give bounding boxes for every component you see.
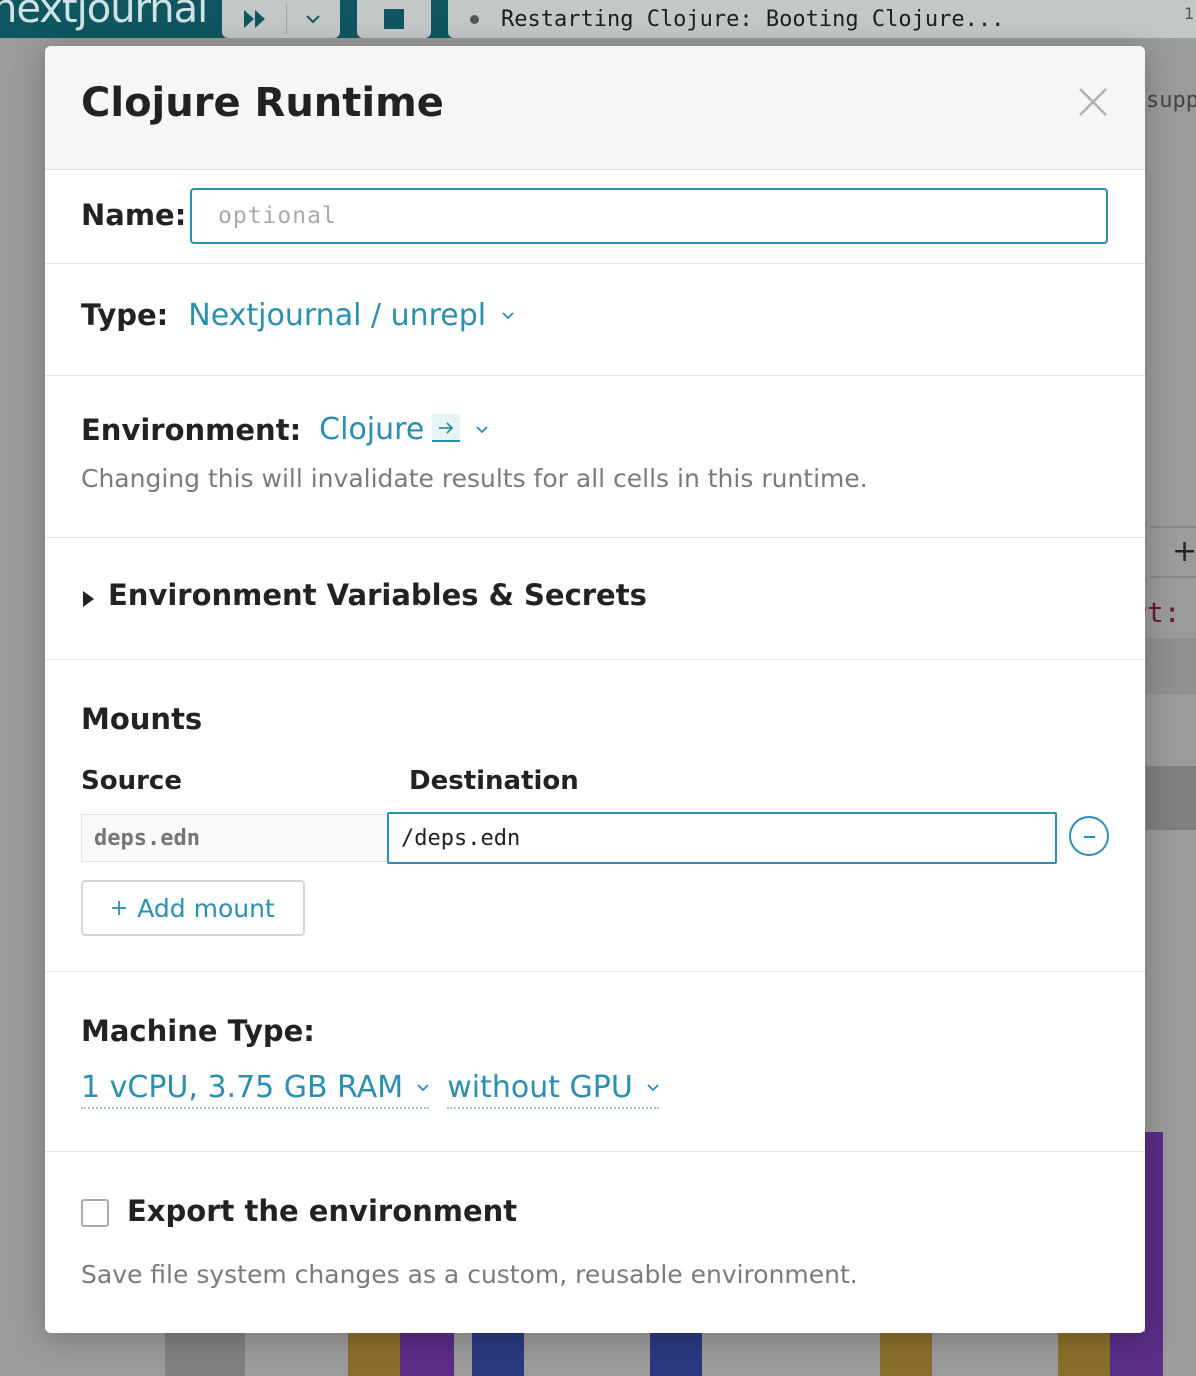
runtime-status-bar: Restarting Clojure: Booting Clojure... [448,0,1196,38]
dialog-title: Clojure Runtime [81,80,444,126]
close-icon[interactable] [1077,86,1109,118]
env-vars-section: Environment Variables & Secrets [45,538,1145,660]
plus-icon [112,901,127,915]
app-logo: nextjournal [0,0,208,32]
name-label: Name: [81,198,187,232]
destination-header: Destination [409,766,579,796]
export-note: Save file system changes as a custom, re… [81,1260,858,1289]
minus-icon [1084,836,1095,838]
machine-section: Machine Type: 1 vCPU, 3.75 GB RAM withou… [45,972,1145,1152]
background-bar [472,1332,524,1376]
mounts-heading: Mounts [81,702,203,736]
machine-gpu-value: without GPU [447,1070,633,1105]
chevron-down-icon [502,311,514,319]
add-cell-icon: + [1172,534,1196,569]
chevron-down-icon [476,425,488,433]
environment-section: Environment: Clojure Changing this will … [45,376,1145,538]
stop-icon [384,9,404,29]
export-environment-checkbox[interactable] [81,1199,109,1227]
dialog-header: Clojure Runtime [45,46,1145,170]
background-bar [650,1332,702,1376]
disclosure-triangle-icon [83,590,94,607]
background-row [1146,638,1196,694]
status-text: Restarting Clojure: Booting Clojure... [501,6,1005,32]
type-value: Nextjournal / unrepl [188,298,487,333]
add-mount-label: Add mount [137,893,275,923]
machine-type-label: Machine Type: [81,1014,315,1048]
env-vars-label: Environment Variables & Secrets [108,578,647,612]
arrow-right-icon [439,421,454,434]
background-text: supp [1146,88,1196,113]
name-input[interactable] [190,188,1108,244]
background-bar [165,1332,245,1376]
background-bar [348,1332,400,1376]
environment-select[interactable]: Clojure [319,412,488,447]
status-dot-icon [470,14,479,24]
add-mount-button[interactable]: Add mount [81,880,305,936]
background-bar [1058,1332,1110,1376]
background-row [1146,766,1196,830]
env-vars-toggle[interactable]: Environment Variables & Secrets [83,578,647,612]
export-label: Export the environment [127,1194,518,1228]
machine-gpu-select[interactable]: without GPU [447,1070,659,1109]
runtime-settings-dialog: Clojure Runtime Name: Type: Nextjournal … [45,46,1145,1333]
page-marker: 1 [1184,4,1195,23]
stop-button[interactable] [357,0,431,38]
background-bar [1110,1332,1162,1376]
chevron-down-icon[interactable] [306,14,320,24]
type-label: Type: [81,298,169,332]
environment-label: Environment: [81,412,302,447]
mount-destination-input[interactable] [387,812,1057,864]
mount-source-input[interactable] [81,814,389,862]
background-bar [400,1332,454,1376]
chevron-down-icon [647,1083,659,1091]
remove-mount-button[interactable] [1069,816,1109,856]
source-header: Source [81,766,182,796]
type-select[interactable]: Nextjournal / unrepl [188,298,514,333]
open-environment-link[interactable] [432,413,461,442]
fast-forward-icon [244,10,265,28]
chevron-down-icon [417,1083,429,1091]
run-all-button[interactable] [222,0,340,38]
type-section: Type: Nextjournal / unrepl [45,264,1145,376]
background-bar [880,1332,932,1376]
machine-cpu-select[interactable]: 1 vCPU, 3.75 GB RAM [81,1070,430,1109]
machine-cpu-value: 1 vCPU, 3.75 GB RAM [81,1070,404,1105]
environment-note: Changing this will invalidate results fo… [81,464,868,493]
environment-value: Clojure [319,412,425,447]
